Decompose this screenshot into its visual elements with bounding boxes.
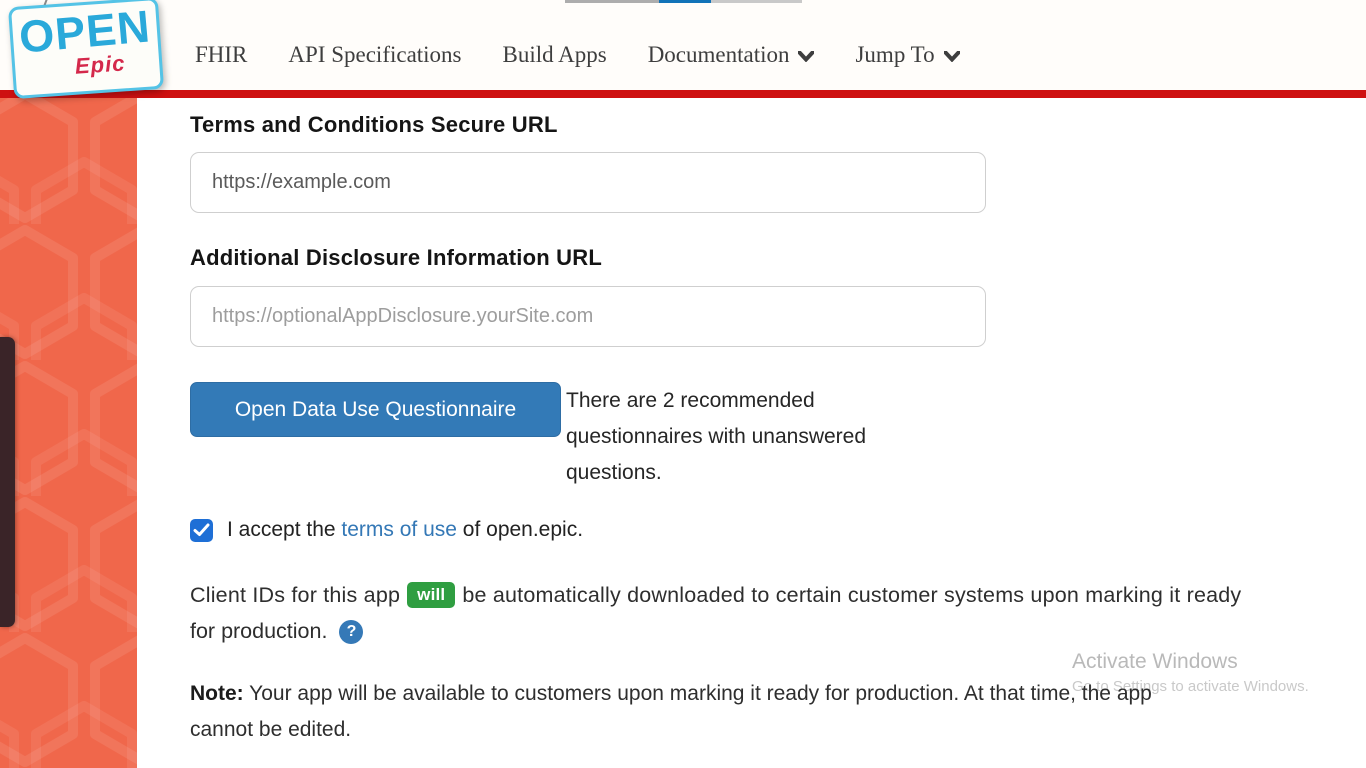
accept-text-before: I accept the	[227, 518, 341, 541]
disclosure-url-label: Additional Disclosure Information URL	[190, 245, 602, 271]
open-data-use-questionnaire-button[interactable]: Open Data Use Questionnaire	[190, 382, 561, 437]
client-ids-before: Client IDs for this app	[190, 583, 400, 607]
top-navbar: FHIR API Specifications Build Apps Docum…	[0, 0, 1366, 90]
nav-label: FHIR	[195, 42, 247, 68]
accept-text-after: of open.epic.	[457, 518, 583, 541]
nav-label: Jump To	[855, 42, 934, 68]
tab-active-indicator	[659, 0, 711, 3]
note-label: Note:	[190, 682, 244, 705]
header-divider	[0, 90, 1366, 98]
terms-accept-text: I accept the terms of use of open.epic.	[227, 518, 583, 542]
note-text-line1: Note: Your app will be available to cust…	[190, 682, 1152, 706]
tab-underline	[565, 0, 802, 3]
chevron-down-icon	[944, 51, 960, 62]
client-ids-after: be automatically downloaded to certain c…	[462, 583, 1241, 607]
questionnaire-status-text: There are 2 recommended questionnaires w…	[566, 383, 922, 491]
nav-label: API Specifications	[288, 42, 461, 68]
note-text-line2: cannot be edited.	[190, 718, 351, 742]
will-badge: will	[407, 582, 455, 608]
page: FHIR API Specifications Build Apps Docum…	[0, 0, 1366, 768]
hexagon-pattern	[0, 98, 137, 768]
disclosure-url-input[interactable]	[190, 286, 986, 347]
open-epic-logo[interactable]: OPEN Epic	[4, 0, 169, 100]
form-content: Terms and Conditions Secure URL Addition…	[137, 98, 1366, 768]
open-sign: OPEN Epic	[8, 0, 164, 99]
side-panel-handle[interactable]	[0, 337, 15, 627]
sidebar-decoration	[0, 98, 137, 768]
client-ids-line2-text: for production.	[190, 619, 327, 644]
terms-url-label: Terms and Conditions Secure URL	[190, 112, 558, 138]
chevron-down-icon	[798, 51, 814, 62]
nav-item-api-specifications[interactable]: API Specifications	[288, 42, 461, 68]
terms-accept-checkbox[interactable]	[190, 519, 213, 542]
nav-item-build-apps[interactable]: Build Apps	[503, 42, 607, 68]
nav-item-fhir[interactable]: FHIR	[195, 42, 247, 68]
nav-label: Build Apps	[503, 42, 607, 68]
nav-item-jump-to[interactable]: Jump To	[855, 42, 959, 68]
nav-label: Documentation	[648, 42, 790, 68]
main-nav: FHIR API Specifications Build Apps Docum…	[195, 42, 960, 68]
terms-of-use-link[interactable]: terms of use	[341, 518, 457, 541]
terms-accept-row: I accept the terms of use of open.epic.	[190, 518, 583, 542]
watermark-line1: Activate Windows	[1072, 650, 1309, 674]
terms-url-input[interactable]	[190, 152, 986, 213]
note-body: Your app will be available to customers …	[244, 682, 1152, 705]
client-ids-text-line2: for production. ?	[190, 619, 363, 644]
client-ids-text-line1: Client IDs for this app will be automatica…	[190, 582, 1241, 608]
tab-underline-segment	[565, 0, 660, 3]
help-icon[interactable]: ?	[339, 620, 363, 644]
checkmark-icon	[193, 523, 210, 537]
nav-item-documentation[interactable]: Documentation	[648, 42, 815, 68]
